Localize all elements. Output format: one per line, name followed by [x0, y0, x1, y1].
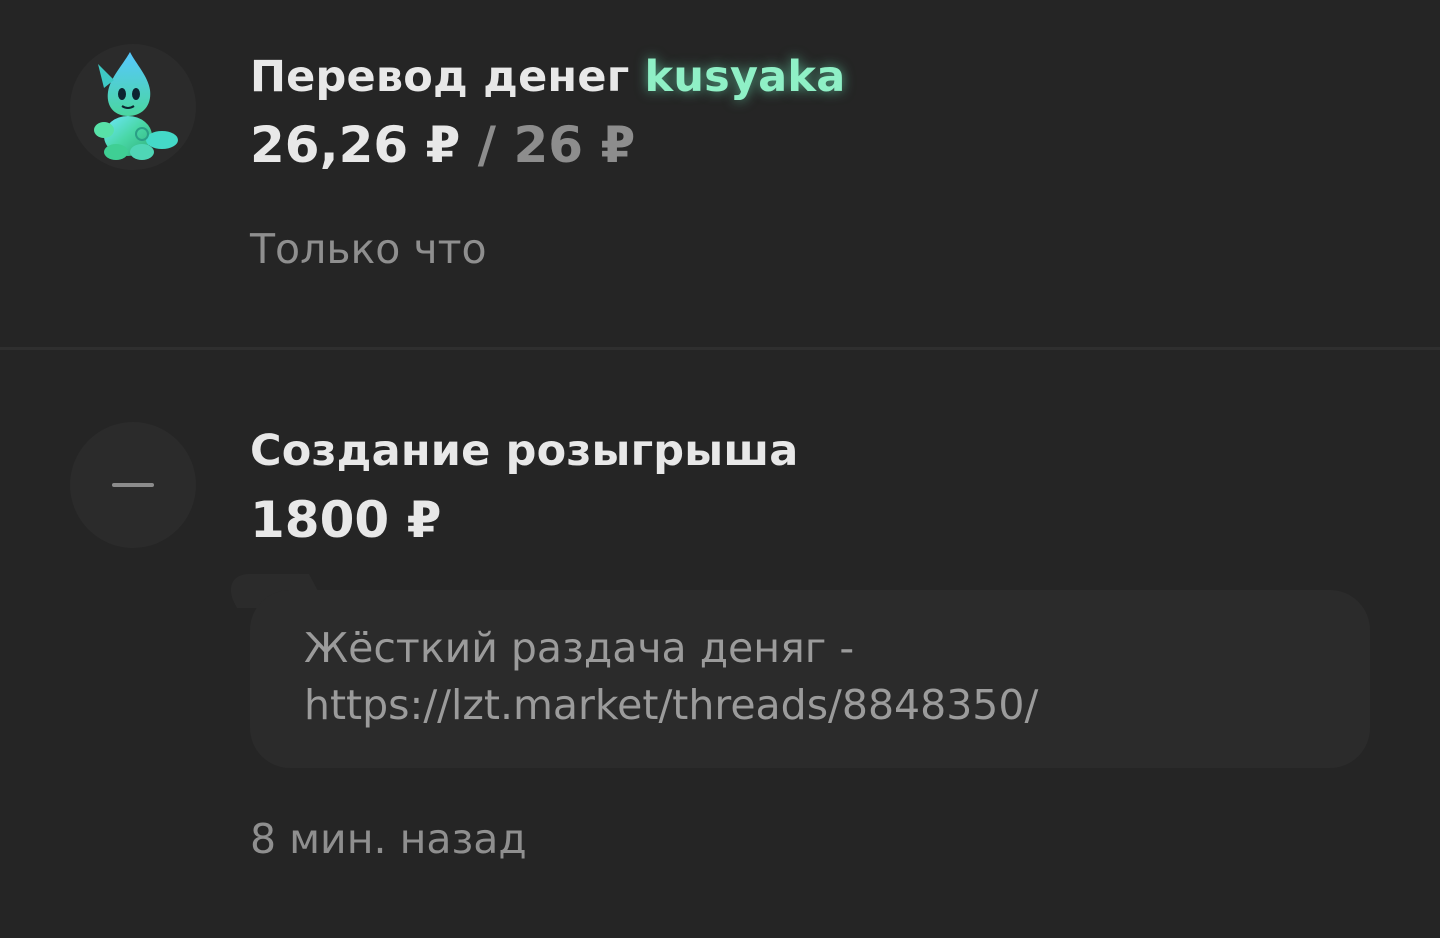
transfer-title-prefix: Перевод денег — [250, 52, 630, 102]
transfer-timestamp: Только что — [250, 225, 487, 273]
comment-bubble: Жёсткий раздача деняг - https://lzt.mark… — [250, 590, 1370, 768]
transfer-amount-original: 26 ₽ — [513, 116, 636, 174]
comment-text: Жёсткий раздача деняг - https://lzt.mark… — [304, 620, 1316, 734]
feed-entry-giveaway[interactable]: Создание розыгрыша 1800 ₽ Жёсткий раздач… — [0, 350, 1440, 938]
transfer-amount: 26,26 ₽ / 26 ₽ — [250, 120, 635, 170]
feed-entry-transfer[interactable]: Перевод денег kusyaka 26,26 ₽ / 26 ₽ Тол… — [0, 0, 1440, 348]
user-avatar[interactable] — [70, 44, 196, 170]
comment-link[interactable]: https://lzt.market/threads/8848350/ — [304, 681, 1038, 729]
transfer-title: Перевод денег kusyaka — [250, 56, 845, 99]
transaction-feed: Перевод денег kusyaka 26,26 ₽ / 26 ₽ Тол… — [0, 0, 1440, 938]
green-creature-avatar-icon — [94, 52, 178, 160]
amount-separator: / — [477, 116, 497, 174]
minus-icon — [112, 483, 154, 487]
giveaway-amount: 1800 ₽ — [250, 491, 442, 549]
giveaway-timestamp: 8 мин. назад — [250, 815, 527, 863]
transfer-amount-value: 26,26 ₽ — [250, 116, 461, 174]
comment-line-1: Жёсткий раздача деняг - — [304, 624, 855, 672]
giveaway-icon-circle — [70, 422, 196, 548]
giveaway-title: Создание розыгрыша — [250, 426, 799, 476]
transfer-username-link[interactable]: kusyaka — [645, 52, 846, 102]
